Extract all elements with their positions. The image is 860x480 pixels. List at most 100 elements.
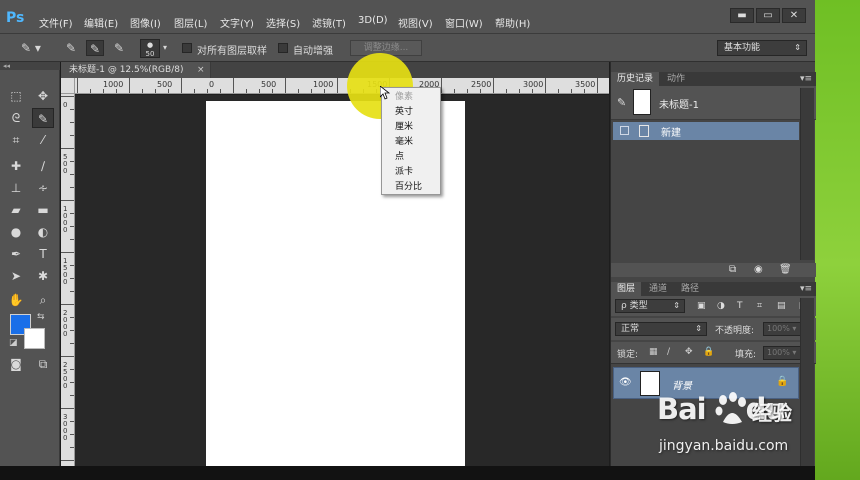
type-tool-icon[interactable]: T (32, 244, 54, 264)
subtract-from-selection-brush-icon[interactable]: ✎ (110, 40, 128, 56)
quick-selection-tool-icon[interactable]: ✎ (32, 108, 54, 128)
document-tab-row: 未标题-1 @ 12.5%(RGB/8) × (61, 62, 609, 78)
ruler-tick (194, 89, 195, 93)
brush-dropdown-arrow-icon[interactable]: ▾ (160, 40, 170, 56)
tool-preset-picker-icon[interactable]: ✎ ▾ (16, 40, 46, 56)
clone-stamp-tool-icon[interactable]: ⊥ (5, 178, 27, 198)
menu-image[interactable]: 图像(I) (130, 15, 161, 30)
ruler-label: 0 (209, 80, 215, 89)
maximize-button[interactable]: ▭ (756, 8, 780, 23)
history-brush-tool-icon[interactable]: ∻ (32, 178, 54, 198)
history-brush-source-icon[interactable]: ✎ (617, 96, 626, 109)
menu-view[interactable]: 视图(V) (398, 15, 433, 30)
lock-transparency-icon[interactable]: ▦ (649, 347, 658, 357)
pen-tool-icon[interactable]: ✒ (5, 244, 27, 264)
eye-visibility-icon[interactable]: 👁 (619, 377, 632, 388)
new-document-from-state-icon[interactable]: ⧉ (729, 263, 736, 277)
sample-all-layers-checkbox[interactable] (182, 43, 192, 53)
tools-panel-collapse-icon[interactable]: ◂◂ (0, 62, 60, 70)
horizontal-ruler[interactable]: 1000 500 0 500 1000 1500 2000 2500 3000 … (75, 78, 609, 94)
menu-3d[interactable]: 3D(D) (358, 15, 388, 29)
type-filter-icon[interactable]: T (737, 299, 743, 313)
tab-layers[interactable]: 图层 (611, 282, 642, 296)
menu-layer[interactable]: 图层(L) (174, 15, 207, 30)
swap-colors-icon[interactable]: ⇆ (37, 312, 45, 322)
vertical-ruler[interactable]: 0 500 1000 1500 2000 2500 3000 3500 (61, 94, 75, 466)
quick-mask-icon[interactable]: ◙ (5, 354, 27, 374)
auto-enhance-checkbox[interactable] (278, 43, 288, 53)
sample-all-layers-label: 对所有图层取样 (197, 46, 267, 57)
fill-field[interactable]: 100% ▾ (763, 346, 805, 360)
menu-help[interactable]: 帮助(H) (495, 15, 530, 30)
custom-shape-tool-icon[interactable]: ✱ (32, 266, 54, 286)
shape-filter-icon[interactable]: ⌗ (757, 299, 762, 313)
blend-mode-select[interactable]: 正常 ⇕ (615, 322, 707, 336)
blur-tool-icon[interactable]: ● (5, 222, 27, 242)
opacity-field[interactable]: 100% ▾ (763, 322, 805, 336)
panel-menu-icon[interactable]: ▾≡ (800, 282, 812, 296)
brush-size-picker[interactable]: ● 50 (140, 39, 160, 58)
lock-all-icon[interactable]: 🔒 (703, 347, 714, 357)
ruler-origin[interactable] (61, 78, 75, 94)
pixel-filter-icon[interactable]: ▣ (697, 299, 706, 313)
tab-paths[interactable]: 路径 (675, 282, 705, 296)
smart-object-filter-icon[interactable]: ▤ (777, 299, 786, 313)
unit-option-millimeters[interactable]: 毫米 (382, 135, 440, 150)
menu-select[interactable]: 选择(S) (266, 15, 300, 30)
eyedropper-tool-icon[interactable]: ⁄ (32, 130, 54, 150)
snapshot-camera-icon[interactable]: ◉ (754, 263, 763, 277)
unit-option-pixels[interactable]: 像素 (382, 90, 440, 105)
tab-history[interactable]: 历史记录 (611, 72, 660, 86)
minimize-button[interactable]: ▬ (730, 8, 754, 23)
dodge-tool-icon[interactable]: ◐ (32, 222, 54, 242)
gradient-tool-icon[interactable]: ▬ (32, 200, 54, 220)
history-scrollbar[interactable] (800, 88, 814, 260)
lasso-tool-icon[interactable]: ᘓ (5, 108, 27, 128)
tab-channels[interactable]: 通道 (643, 282, 673, 296)
menu-edit[interactable]: 编辑(E) (84, 15, 118, 30)
snapshot-label: 未标题-1 (659, 100, 699, 111)
menu-file[interactable]: 文件(F) (39, 15, 73, 30)
brush-tool-icon[interactable]: ∕ (32, 156, 54, 176)
screen-mode-icon[interactable]: ⧉ (32, 354, 54, 374)
tab-actions[interactable]: 动作 (661, 72, 691, 86)
menu-filter[interactable]: 滤镜(T) (312, 15, 346, 30)
history-snapshot[interactable]: ✎ 未标题-1 (611, 86, 816, 120)
document-tab[interactable]: 未标题-1 @ 12.5%(RGB/8) × (61, 62, 211, 78)
default-colors-icon[interactable]: ◪ (9, 338, 18, 348)
layer-kind-select[interactable]: ρ 类型 ⇕ (615, 299, 685, 313)
ruler-tick (155, 89, 156, 93)
history-source-checkbox[interactable] (620, 126, 629, 135)
eraser-tool-icon[interactable]: ▰ (5, 200, 27, 220)
ruler-tick (70, 291, 74, 292)
healing-brush-tool-icon[interactable]: ✚ (5, 156, 27, 176)
lock-pixels-icon[interactable]: ∕ (667, 347, 670, 357)
close-button[interactable]: ✕ (782, 8, 806, 23)
panel-menu-icon[interactable]: ▾≡ (800, 72, 812, 86)
new-selection-brush-icon[interactable]: ✎ (62, 40, 80, 56)
background-color-swatch[interactable] (24, 328, 45, 349)
unit-option-centimeters[interactable]: 厘米 (382, 120, 440, 135)
adjustment-filter-icon[interactable]: ◑ (717, 299, 725, 313)
marquee-tool-icon[interactable]: ⬚ (5, 86, 27, 106)
workspace-select[interactable]: 基本功能 ⇕ (717, 40, 807, 56)
unit-option-picas[interactable]: 派卡 (382, 165, 440, 180)
trash-icon[interactable]: 🗑 (779, 263, 792, 277)
ruler-label: 500 (63, 153, 68, 175)
crop-tool-icon[interactable]: ⌗ (5, 130, 27, 150)
history-state-new[interactable]: 新建 (613, 122, 799, 140)
move-tool-icon[interactable]: ✥ (32, 86, 54, 106)
path-selection-tool-icon[interactable]: ➤ (5, 266, 27, 286)
document-tab-close-icon[interactable]: × (197, 62, 205, 78)
unit-option-points[interactable]: 点 (382, 150, 440, 165)
ruler-tick (70, 135, 74, 136)
unit-option-percent[interactable]: 百分比 (382, 180, 440, 195)
hand-tool-icon[interactable]: ✋ (5, 290, 27, 310)
menu-type[interactable]: 文字(Y) (220, 15, 254, 30)
unit-option-inches[interactable]: 英寸 (382, 105, 440, 120)
add-to-selection-brush-icon[interactable]: ✎ (86, 40, 104, 56)
zoom-tool-icon[interactable]: ⌕ (32, 290, 54, 310)
ruler-tick (207, 89, 208, 93)
lock-position-icon[interactable]: ✥ (685, 347, 693, 357)
menu-window[interactable]: 窗口(W) (445, 15, 483, 30)
